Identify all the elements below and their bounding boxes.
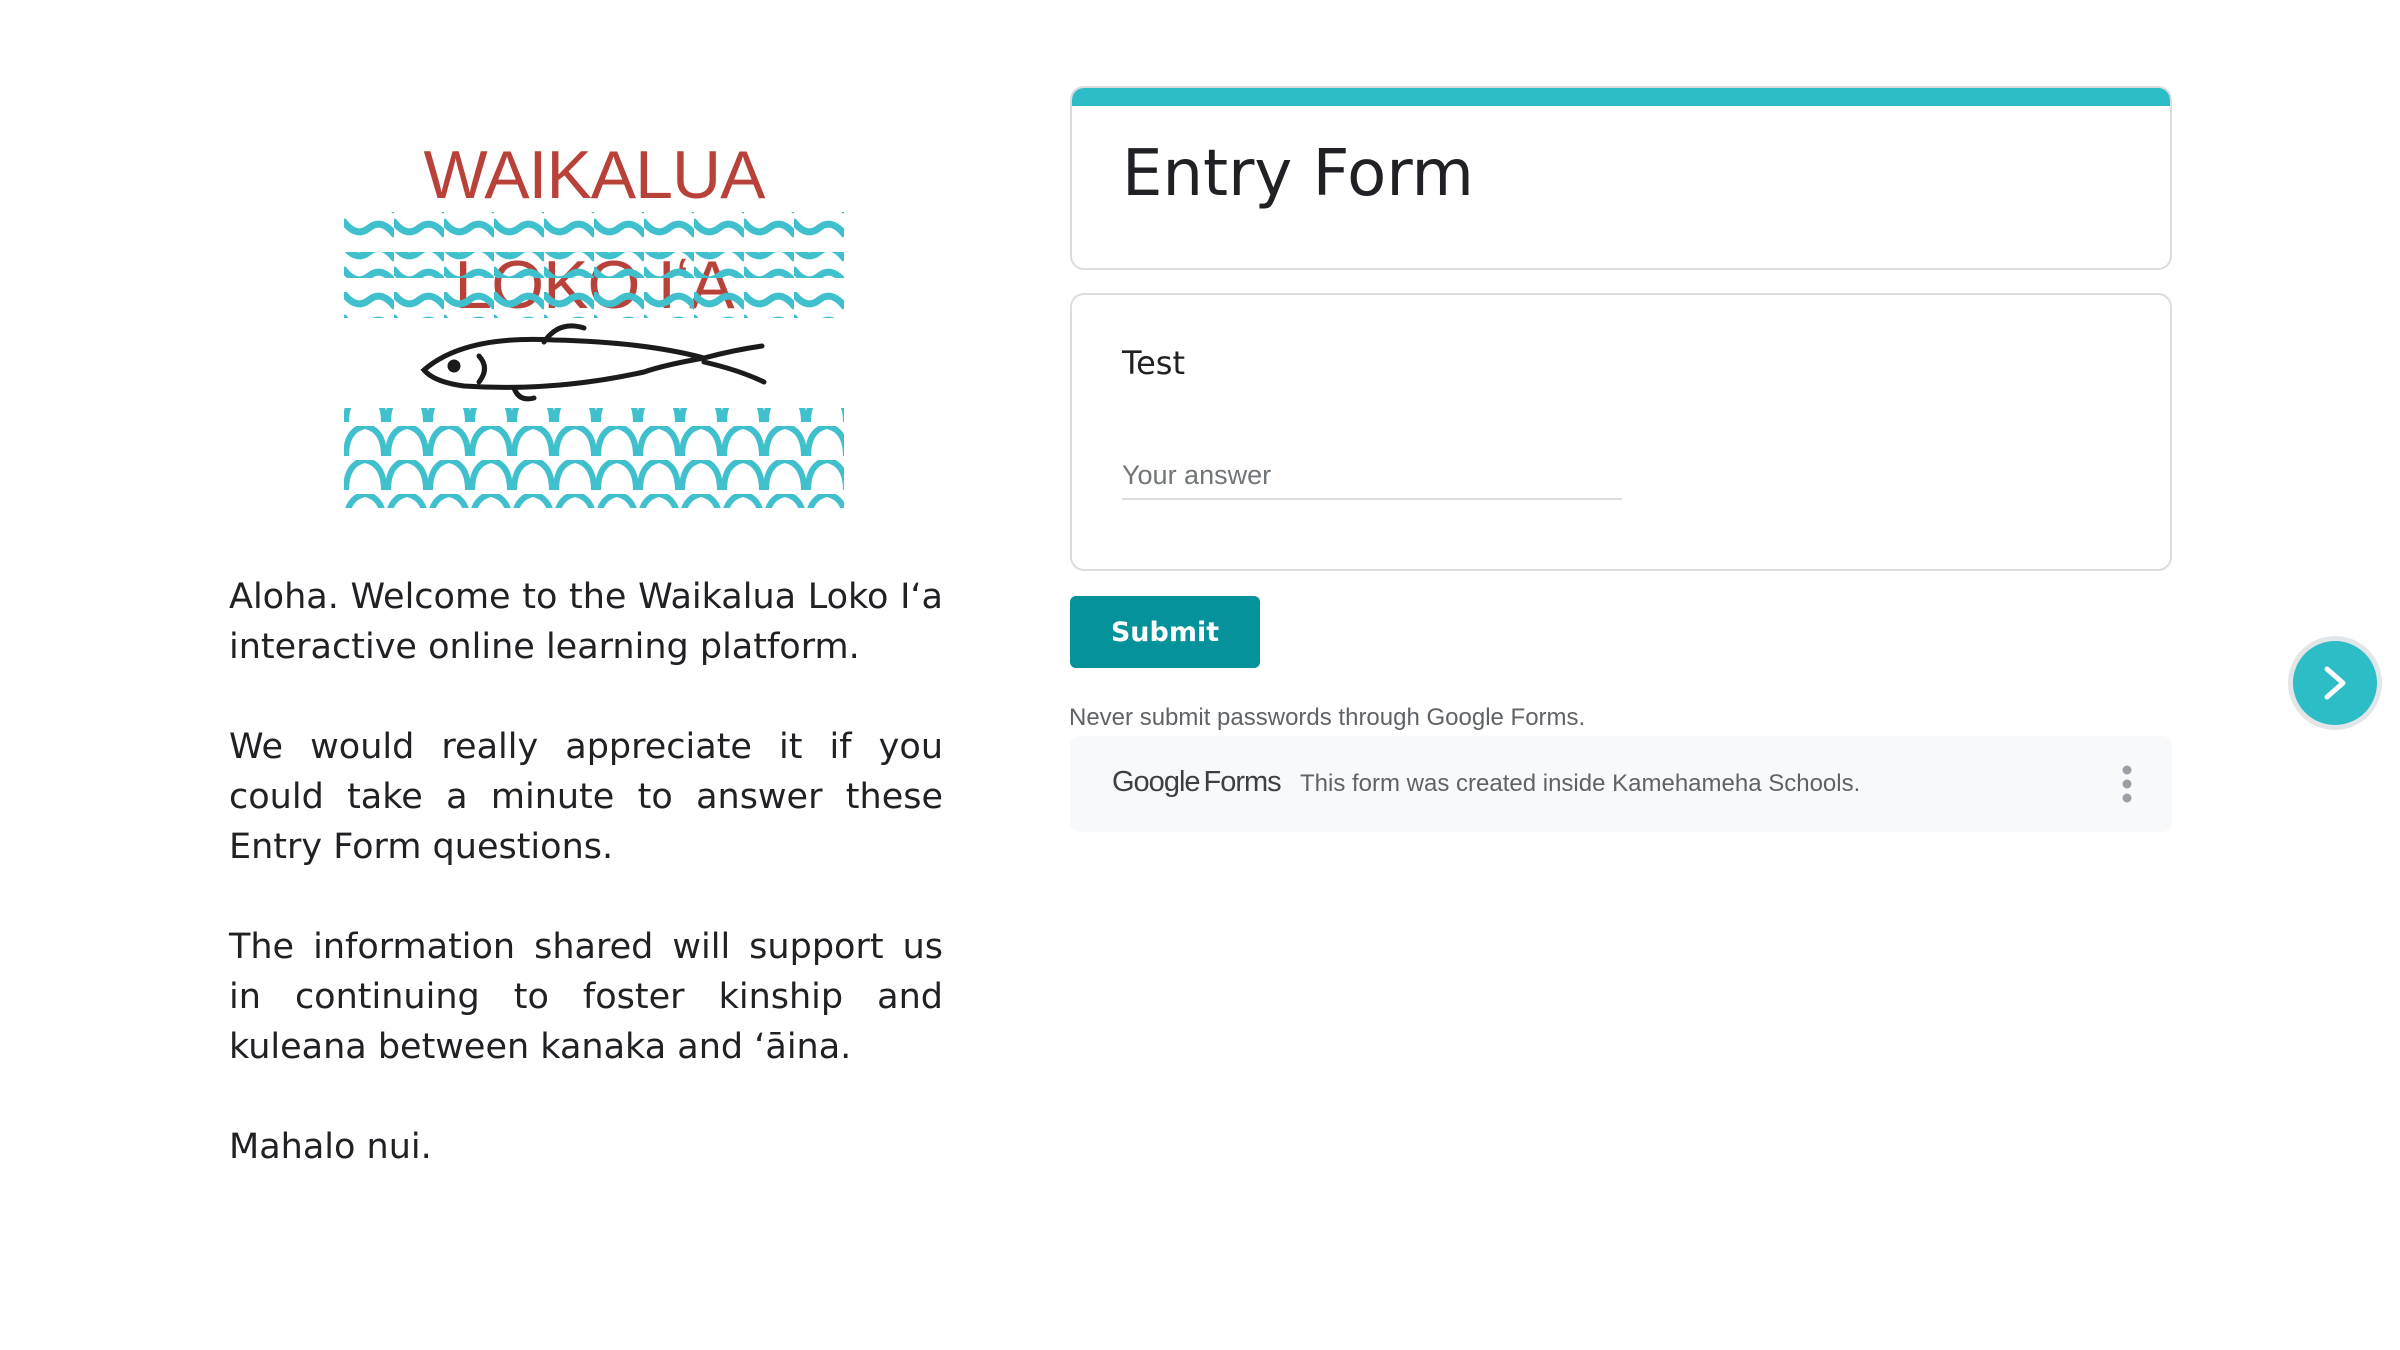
footer-text: This form was created inside Kamehameha … xyxy=(1300,770,1861,797)
form-footer: Google Forms This form was created inside… xyxy=(1070,736,2172,832)
next-slide-button[interactable] xyxy=(2288,636,2382,730)
intro-paragraph-welcome: Aloha. Welcome to the Waikalua Loko Iʻa … xyxy=(229,577,943,667)
question-label: Test xyxy=(1122,344,1186,382)
form-header-card: Entry Form xyxy=(1070,86,2172,270)
chevron-right-icon xyxy=(2324,666,2346,700)
waikalua-logo: WAIKALUA LOKO IʻA xyxy=(344,120,844,510)
submit-button[interactable]: Submit xyxy=(1070,596,1260,668)
question-card: Test xyxy=(1070,293,2172,571)
page: WAIKALUA LOKO IʻA Aloha. Welcome to the … xyxy=(0,0,2400,1350)
more-vert-icon[interactable] xyxy=(2120,764,2134,804)
intro-text: Aloha. Welcome to the Waikalua Loko Iʻa … xyxy=(229,572,943,1222)
answer-input[interactable] xyxy=(1122,452,1622,500)
intro-paragraph-purpose: The information shared will support us i… xyxy=(229,927,943,1067)
google-forms-logo[interactable]: Google Forms xyxy=(1112,766,1282,799)
form-title: Entry Form xyxy=(1122,137,1474,211)
intro-paragraph-request: We would really appreciate it if you cou… xyxy=(229,727,943,867)
forms-wordmark: Forms xyxy=(1203,766,1282,798)
intro-paragraph-thanks: Mahalo nui. xyxy=(229,1127,432,1167)
google-wordmark: Google xyxy=(1112,766,1201,798)
password-warning: Never submit passwords through Google Fo… xyxy=(1069,704,1586,731)
logo-waves-fish-graphic xyxy=(344,212,844,508)
form-accent-bar xyxy=(1072,88,2170,106)
